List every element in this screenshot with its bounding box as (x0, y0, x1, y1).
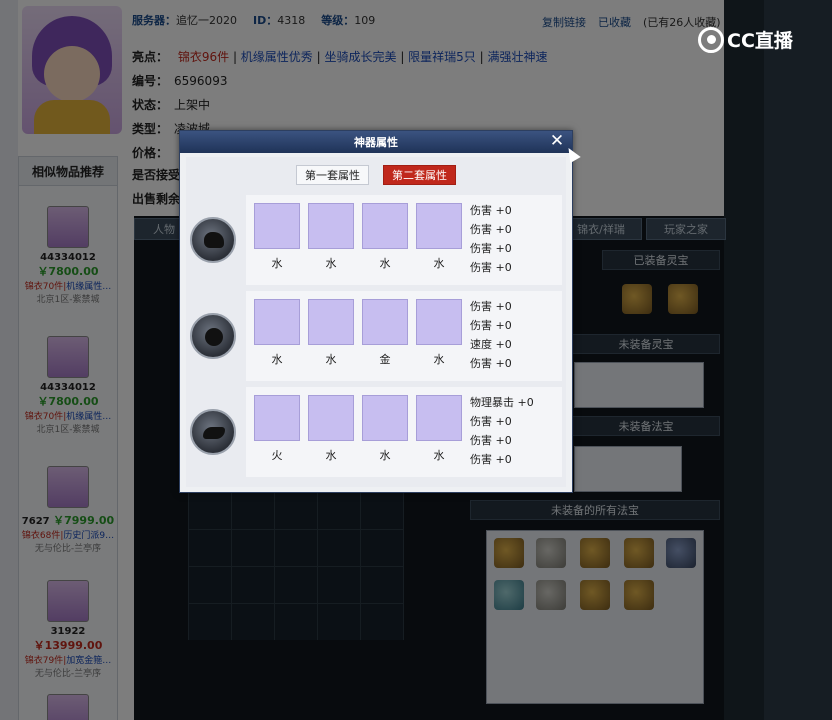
rune-element-label: 水 (325, 257, 337, 270)
stat-line: 伤害 +0 (470, 434, 512, 447)
rune-slot[interactable] (308, 203, 354, 249)
stat-line: 伤害 +0 (470, 415, 512, 428)
rune-element-label: 水 (433, 353, 445, 366)
cc-logo-text: CC直播 (727, 30, 793, 52)
attribute-set-row: 水 水 金 水 伤害 +0 伤害 +0 速度 +0 伤害 +0 (186, 291, 566, 381)
rune-slot[interactable] (254, 395, 300, 441)
close-icon[interactable]: ✕ (548, 132, 566, 150)
attribute-set-row: 水 水 水 水 伤害 +0 伤害 +0 伤害 +0 伤害 +0 (186, 195, 566, 285)
rune-element-label: 水 (271, 257, 283, 270)
rune-element-label: 水 (325, 449, 337, 462)
tab-second-set[interactable]: 第二套属性 (383, 165, 456, 185)
rune-element-label: 火 (271, 449, 283, 462)
rune-element-label: 水 (271, 353, 283, 366)
artifact-attributes-dialog: 神器属性 ✕ 第一套属性 第二套属性 水 水 水 水 伤害 +0 伤害 +0 伤… (179, 130, 573, 493)
attribute-stats: 伤害 +0 伤害 +0 速度 +0 伤害 +0 (470, 297, 512, 373)
rune-slot[interactable] (416, 203, 462, 249)
stat-line: 物理暴击 +0 (470, 396, 534, 409)
element-beast-icon (190, 313, 236, 359)
cc-live-logo: CC直播 (698, 26, 793, 53)
dialog-title: 神器属性 (354, 136, 398, 149)
stat-line: 速度 +0 (470, 338, 512, 351)
attribute-stats: 伤害 +0 伤害 +0 伤害 +0 伤害 +0 (470, 201, 512, 277)
cc-logo-icon (698, 26, 724, 53)
stat-line: 伤害 +0 (470, 261, 512, 274)
rune-slot[interactable] (308, 395, 354, 441)
rune-element-label: 水 (433, 449, 445, 462)
rune-slot[interactable] (416, 299, 462, 345)
tab-first-set[interactable]: 第一套属性 (296, 165, 369, 185)
rune-element-label: 水 (433, 257, 445, 270)
rune-slot[interactable] (362, 203, 408, 249)
dialog-titlebar: 神器属性 ✕ (180, 131, 572, 153)
rune-slot[interactable] (416, 395, 462, 441)
rune-element-label: 水 (379, 257, 391, 270)
stat-line: 伤害 +0 (470, 223, 512, 236)
stat-line: 伤害 +0 (470, 357, 512, 370)
attribute-set-row: 火 水 水 水 物理暴击 +0 伤害 +0 伤害 +0 伤害 +0 (186, 387, 566, 477)
stat-line: 伤害 +0 (470, 242, 512, 255)
attribute-stats: 物理暴击 +0 伤害 +0 伤害 +0 伤害 +0 (470, 393, 534, 469)
rune-slot[interactable] (362, 299, 408, 345)
rune-slot[interactable] (308, 299, 354, 345)
rune-element-label: 水 (325, 353, 337, 366)
element-beast-icon (190, 409, 236, 455)
dialog-body: 第一套属性 第二套属性 水 水 水 水 伤害 +0 伤害 +0 伤害 +0 伤害… (186, 157, 566, 487)
attribute-card: 水 水 水 水 伤害 +0 伤害 +0 伤害 +0 伤害 +0 (246, 195, 562, 285)
stat-line: 伤害 +0 (470, 453, 512, 466)
rune-slot[interactable] (254, 299, 300, 345)
element-beast-icon (190, 217, 236, 263)
attribute-card: 水 水 金 水 伤害 +0 伤害 +0 速度 +0 伤害 +0 (246, 291, 562, 381)
stat-line: 伤害 +0 (470, 204, 512, 217)
rune-element-label: 金 (379, 353, 391, 366)
rune-slot[interactable] (362, 395, 408, 441)
rune-slot[interactable] (254, 203, 300, 249)
stat-line: 伤害 +0 (470, 300, 512, 313)
stat-line: 伤害 +0 (470, 319, 512, 332)
attribute-set-tabs: 第一套属性 第二套属性 (296, 165, 456, 185)
rune-element-label: 水 (379, 449, 391, 462)
attribute-card: 火 水 水 水 物理暴击 +0 伤害 +0 伤害 +0 伤害 +0 (246, 387, 562, 477)
